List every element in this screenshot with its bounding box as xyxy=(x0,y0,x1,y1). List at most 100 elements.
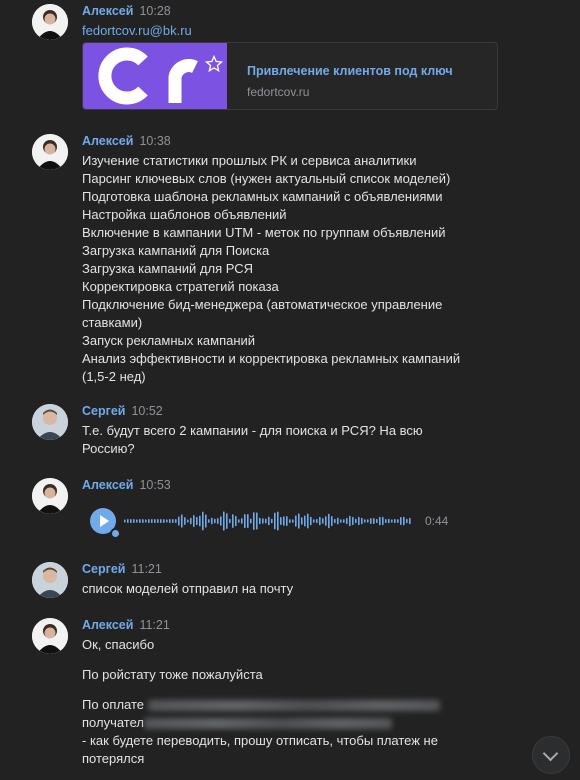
waveform-bar xyxy=(379,516,381,526)
waveform-bar xyxy=(247,513,249,529)
link-preview-title[interactable]: Привлечение клиентов под ключ xyxy=(247,64,453,78)
waveform-bar xyxy=(145,519,147,523)
message-line: - как будете переводить, прошу отписать,… xyxy=(82,733,438,748)
waveform-bar xyxy=(166,519,168,523)
message-body: список моделей отправил на почту xyxy=(82,580,293,598)
avatar[interactable] xyxy=(32,478,68,514)
message: Алексей 10:28 fedortcov.ru@bk.ru Привлече… xyxy=(0,4,580,112)
waveform-bar xyxy=(226,513,228,529)
message-line: список моделей отправил на почту xyxy=(82,581,294,596)
message-header: Сергей 10:52 xyxy=(82,404,163,420)
message-line: Анализ эффективности и корректировка рек… xyxy=(82,351,461,366)
waveform-bar xyxy=(283,516,285,526)
waveform-bar xyxy=(202,511,204,531)
waveform-bar xyxy=(175,519,177,523)
message-body: Т.е. будут всего 2 кампании - для поиска… xyxy=(82,422,423,458)
waveform-bar xyxy=(193,514,195,528)
message: Алексей 11:21 Ок, спасибо По ройстату тож… xyxy=(0,618,580,778)
scroll-down-button[interactable] xyxy=(532,736,570,774)
waveform-bar xyxy=(163,519,165,523)
waveform-bar xyxy=(304,515,306,527)
waveform-bar xyxy=(343,519,345,523)
waveform-bar xyxy=(325,516,327,526)
waveform-bar xyxy=(238,519,240,523)
waveform-bar xyxy=(403,516,405,526)
waveform-bar xyxy=(331,516,333,526)
waveform-bar xyxy=(262,518,264,524)
waveform-bar xyxy=(340,519,342,523)
waveform-bar xyxy=(346,517,348,525)
waveform-bar xyxy=(268,516,270,526)
waveform-bar xyxy=(337,517,339,525)
message-line: Подготовка шаблона рекламных кампаний с … xyxy=(82,189,443,204)
waveform-bar xyxy=(292,519,294,523)
link-preview-card[interactable]: Привлечение клиентов под ключ fedortcov.… xyxy=(82,42,498,110)
message-header: Алексей 10:28 xyxy=(82,4,171,20)
waveform-bar xyxy=(355,518,357,524)
waveform-bar xyxy=(142,519,144,523)
waveform-bar xyxy=(286,516,288,526)
waveform-bar xyxy=(154,519,156,523)
waveform-bar xyxy=(373,517,375,525)
waveform-bar xyxy=(124,519,126,523)
waveform-bar xyxy=(196,516,198,526)
waveform-bar xyxy=(172,519,174,523)
message-line: Парсинг ключевых слов (нужен актуальный … xyxy=(82,171,451,186)
waveform-bar xyxy=(199,515,201,527)
message-time: 10:53 xyxy=(139,478,171,492)
waveform-bar xyxy=(328,513,330,529)
waveform-bar xyxy=(394,518,396,524)
waveform-bar xyxy=(361,517,363,525)
waveform-bar xyxy=(244,514,246,528)
waveform-bar xyxy=(208,519,210,523)
author-name[interactable]: Алексей xyxy=(82,618,133,632)
waveform-bar xyxy=(136,519,138,523)
message-line: Запуск рекламных кампаний xyxy=(82,333,256,348)
waveform-bar xyxy=(211,517,213,525)
waveform-bar xyxy=(133,519,135,523)
message-line: Ок, спасибо xyxy=(82,637,155,652)
waveform-bar xyxy=(127,519,129,523)
waveform-bar xyxy=(295,515,297,527)
avatar[interactable] xyxy=(32,4,68,40)
author-name[interactable]: Алексей xyxy=(82,478,133,492)
waveform-bar xyxy=(130,519,132,523)
message: Сергей 11:21 список моделей отправил на п… xyxy=(0,562,580,602)
author-name[interactable]: Алексей xyxy=(82,4,133,18)
author-name[interactable]: Сергей xyxy=(82,404,125,418)
message-time: 10:38 xyxy=(139,134,171,148)
star-icon xyxy=(205,55,223,73)
waveform-bar xyxy=(214,518,216,524)
waveform-bar xyxy=(271,518,273,524)
message-body: Изучение статистики прошлых РК и сервиса… xyxy=(82,152,460,386)
message-line: По ройстату тоже пожалуйста xyxy=(82,667,263,682)
message-line: получател xyxy=(82,714,440,732)
waveform-bar xyxy=(184,517,186,525)
author-name[interactable]: Алексей xyxy=(82,134,133,148)
waveform-bar xyxy=(313,519,315,523)
message-text: получател xyxy=(82,715,144,730)
avatar[interactable] xyxy=(32,562,68,598)
waveform-bar xyxy=(319,516,321,526)
waveform-bar xyxy=(349,515,351,527)
email-link[interactable]: fedortcov.ru@bk.ru xyxy=(82,22,192,40)
avatar[interactable] xyxy=(32,404,68,440)
waveform-bar xyxy=(253,512,255,530)
waveform-bar xyxy=(352,516,354,526)
message-line: Изучение статистики прошлых РК и сервиса… xyxy=(82,153,417,168)
waveform-bar xyxy=(190,517,192,525)
avatar[interactable] xyxy=(32,134,68,170)
voice-duration: 0:44 xyxy=(425,514,449,528)
waveform[interactable] xyxy=(124,508,414,534)
message-time: 10:52 xyxy=(131,404,163,418)
avatar[interactable] xyxy=(32,618,68,654)
author-name[interactable]: Сергей xyxy=(82,562,125,576)
waveform-bar xyxy=(301,517,303,525)
unplayed-indicator xyxy=(110,528,121,539)
waveform-bar xyxy=(334,518,336,524)
waveform-bar xyxy=(229,518,231,524)
waveform-bar xyxy=(169,519,171,523)
waveform-bar xyxy=(148,519,150,523)
